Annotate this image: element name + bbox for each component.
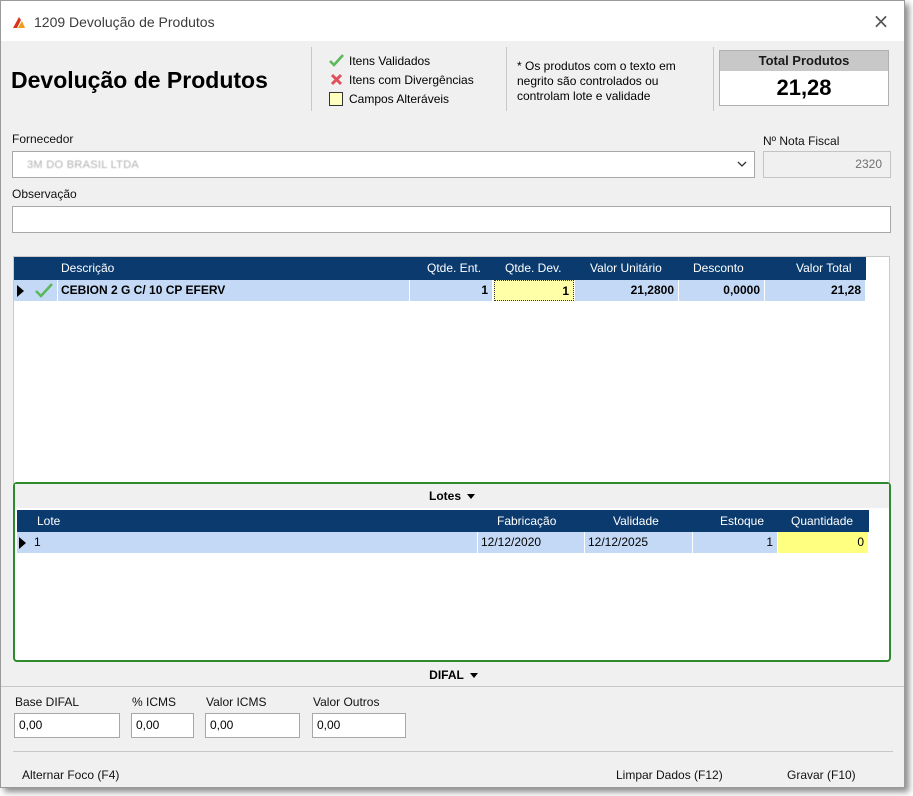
note-line-3: controlam lote e validade <box>517 89 651 103</box>
legend-editable-label: Campos Alteráveis <box>349 91 450 106</box>
row-pointer-icon <box>17 285 24 297</box>
difal-toggle[interactable]: DIFAL <box>1 663 904 687</box>
table-row[interactable]: CEBION 2 G C/ 10 CP EFERV 1 1 21,2800 0,… <box>14 280 889 301</box>
legend-divergent: Itens com Divergências <box>328 70 474 89</box>
legend-editable: Campos Alteráveis <box>328 89 474 108</box>
bold-products-note: * Os produtos com o texto em negrito são… <box>517 59 712 104</box>
cell-lote[interactable]: 1 <box>31 532 478 553</box>
return-products-window: 1209 Devolução de Produtos × Devolução d… <box>0 0 905 788</box>
lotes-grid-header: Lote Fabricação Validade Estoque Quantid… <box>17 510 869 532</box>
col-fabricacao[interactable]: Fabricação <box>497 514 556 528</box>
cell-fabricacao[interactable]: 12/12/2020 <box>478 532 585 553</box>
nota-fiscal-field[interactable]: 2320 <box>763 151 891 178</box>
legend-divider <box>506 47 507 111</box>
cross-icon <box>328 72 344 88</box>
title-bar: 1209 Devolução de Produtos × <box>1 1 904 41</box>
col-quantidade[interactable]: Quantidade <box>791 514 853 528</box>
total-products-value: 21,28 <box>776 75 832 100</box>
chevron-down-icon <box>737 161 747 167</box>
fornecedor-value: 3M DO BRASIL LTDA <box>27 159 140 171</box>
window-title: 1209 Devolução de Produtos <box>34 14 215 30</box>
col-qtde-dev[interactable]: Qtde. Dev. <box>505 261 561 275</box>
valor-icms-label: Valor ICMS <box>206 695 267 709</box>
icms-pct-label: % ICMS <box>132 695 177 709</box>
cell-validade[interactable]: 12/12/2025 <box>585 532 693 553</box>
legend: Itens Validados Itens com Divergências C… <box>328 51 474 108</box>
observacao-label: Observação <box>12 187 77 201</box>
difal-toggle-label: DIFAL <box>429 668 464 682</box>
row-status <box>32 280 58 301</box>
cell-descricao[interactable]: CEBION 2 G C/ 10 CP EFERV <box>58 280 410 301</box>
note-line-2: negrito são controlados ou <box>517 74 659 88</box>
base-difal-field[interactable]: 0,00 <box>14 713 120 738</box>
col-valor-total[interactable]: Valor Total <box>796 261 852 275</box>
valor-icms-field[interactable]: 0,00 <box>205 713 300 738</box>
total-products-box: Total Produtos 21,28 <box>719 50 889 106</box>
cell-valor-total[interactable]: 21,28 <box>765 280 866 301</box>
note-divider <box>713 47 714 111</box>
col-valor-unitario[interactable]: Valor Unitário <box>590 261 662 275</box>
legend-validated: Itens Validados <box>328 51 474 70</box>
check-icon <box>35 283 53 298</box>
legend-validated-label: Itens Validados <box>349 53 431 68</box>
check-icon <box>328 53 344 69</box>
cell-valor-unitario[interactable]: 21,2800 <box>575 280 679 301</box>
gravar-button[interactable]: Gravar (F10) <box>787 768 856 782</box>
yellow-box-icon <box>328 91 344 107</box>
observacao-field[interactable] <box>12 206 891 233</box>
row-pointer <box>14 280 32 301</box>
fornecedor-label: Fornecedor <box>12 132 74 146</box>
page-title: Devolução de Produtos <box>11 67 268 93</box>
lotes-panel: Lotes Lote Fabricação Validade Estoque Q… <box>13 482 891 662</box>
col-validade[interactable]: Validade <box>613 514 659 528</box>
total-products-label: Total Produtos <box>720 51 888 71</box>
close-icon: × <box>872 9 890 33</box>
col-descricao[interactable]: Descrição <box>61 261 114 275</box>
note-line-1: * Os produtos com o texto em <box>517 59 676 73</box>
col-estoque[interactable]: Estoque <box>720 514 764 528</box>
cell-qtde-ent[interactable]: 1 <box>410 280 493 301</box>
cell-qtde-dev[interactable]: 1 <box>494 280 574 301</box>
products-grid-header: Descrição Qtde. Ent. Qtde. Dev. Valor Un… <box>14 257 866 280</box>
footer-divider <box>13 751 893 752</box>
lotes-toggle-label: Lotes <box>428 489 461 503</box>
row-pointer-icon <box>19 537 26 549</box>
lotes-toggle[interactable]: Lotes <box>15 484 889 508</box>
base-difal-label: Base DIFAL <box>15 695 80 709</box>
limpar-dados-button[interactable]: Limpar Dados (F12) <box>616 768 723 782</box>
app-logo-icon <box>13 17 25 28</box>
products-grid: Descrição Qtde. Ent. Qtde. Dev. Valor Un… <box>13 256 890 484</box>
alternar-foco-button[interactable]: Alternar Foco (F4) <box>22 768 119 782</box>
fornecedor-select[interactable]: 3M DO BRASIL LTDA <box>12 151 755 178</box>
col-qtde-ent[interactable]: Qtde. Ent. <box>427 261 481 275</box>
col-lote[interactable]: Lote <box>37 514 60 528</box>
triangle-down-icon <box>469 673 478 679</box>
header-divider <box>311 47 312 111</box>
valor-outros-label: Valor Outros <box>313 695 380 709</box>
row-pointer <box>17 532 31 553</box>
valor-outros-field[interactable]: 0,00 <box>312 713 406 738</box>
nota-fiscal-label: Nº Nota Fiscal <box>763 134 840 148</box>
cell-estoque[interactable]: 1 <box>693 532 778 553</box>
col-desconto[interactable]: Desconto <box>693 261 744 275</box>
cell-quantidade[interactable]: 0 <box>778 532 869 553</box>
icms-pct-field[interactable]: 0,00 <box>131 713 194 738</box>
close-button[interactable]: × <box>870 10 892 32</box>
table-row[interactable]: 1 12/12/2020 12/12/2025 1 0 <box>17 532 869 553</box>
legend-divergent-label: Itens com Divergências <box>349 72 474 87</box>
triangle-down-icon <box>467 494 475 500</box>
cell-desconto[interactable]: 0,0000 <box>679 280 765 301</box>
